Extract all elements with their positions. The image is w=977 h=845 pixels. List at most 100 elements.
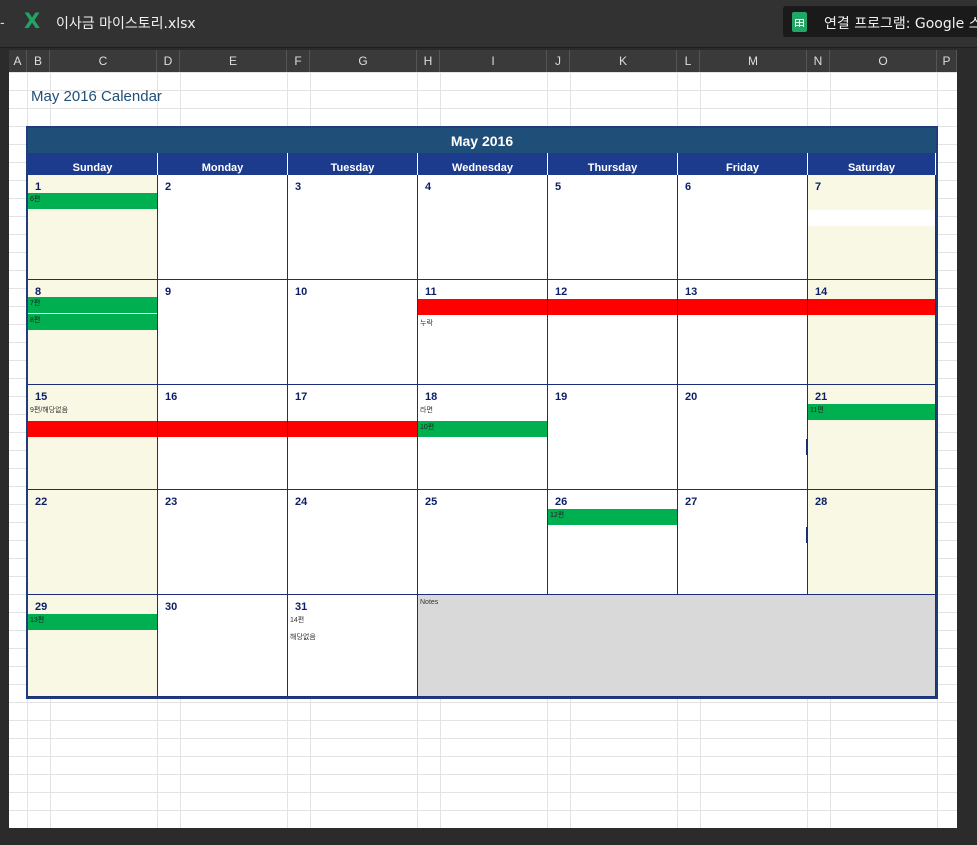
- column-header-e[interactable]: E: [180, 50, 287, 72]
- day-cell[interactable]: 31 14편 해당없음: [288, 595, 418, 697]
- event-bar[interactable]: 6편: [28, 193, 157, 209]
- column-header-o[interactable]: O: [830, 50, 937, 72]
- day-cell[interactable]: 4: [418, 175, 548, 280]
- column-header-j[interactable]: J: [547, 50, 570, 72]
- missing-event-bar[interactable]: [158, 421, 287, 437]
- column-header-g[interactable]: G: [310, 50, 417, 72]
- day-number: 4: [425, 181, 432, 193]
- day-number: 1: [35, 181, 42, 193]
- column-header-f[interactable]: F: [287, 50, 310, 72]
- day-cell[interactable]: 11 누락: [418, 280, 548, 385]
- event-label: 13편: [30, 617, 45, 624]
- day-cell[interactable]: 6: [678, 175, 808, 280]
- notes-label: Notes: [420, 599, 439, 606]
- column-header-c[interactable]: C: [50, 50, 157, 72]
- day-cell[interactable]: 16: [158, 385, 288, 490]
- missing-event-bar[interactable]: [288, 421, 417, 437]
- day-cell[interactable]: 25: [418, 490, 548, 595]
- missing-event-bar[interactable]: [418, 299, 547, 315]
- missing-event-bar[interactable]: [808, 299, 935, 315]
- notes-area[interactable]: Notes: [418, 595, 936, 697]
- open-with-google-sheets-button[interactable]: 연결 프로그램: Google 스프레드시트: [783, 6, 977, 37]
- weekday-tuesday: Tuesday: [288, 153, 418, 175]
- weekday-header-row: Sunday Monday Tuesday Wednesday Thursday Frid…: [28, 153, 936, 175]
- day-cell[interactable]: 23: [158, 490, 288, 595]
- weekday-sunday: Sunday: [28, 153, 158, 175]
- day-cell[interactable]: 27: [678, 490, 808, 595]
- event-bar[interactable]: 7편: [28, 297, 157, 313]
- event-label: 8편: [30, 317, 41, 324]
- day-number: 23: [165, 496, 178, 508]
- day-cell[interactable]: 5: [548, 175, 678, 280]
- event-bar[interactable]: 11편: [808, 404, 935, 420]
- day-number: 25: [425, 496, 438, 508]
- missing-event-bar[interactable]: [678, 299, 807, 315]
- day-cell[interactable]: 1 6편: [28, 175, 158, 280]
- day-number: 7: [815, 181, 822, 193]
- day-cell[interactable]: 13: [678, 280, 808, 385]
- event-bar[interactable]: 12편: [548, 509, 677, 525]
- day-cell[interactable]: 24: [288, 490, 418, 595]
- day-number: 11: [425, 286, 437, 298]
- event-note: 9편/해당없음: [30, 407, 69, 414]
- day-cell[interactable]: 2: [158, 175, 288, 280]
- open-with-label: 연결 프로그램: Google 스프레드시트: [824, 16, 977, 32]
- day-cell[interactable]: 30: [158, 595, 288, 697]
- column-header-m[interactable]: M: [700, 50, 807, 72]
- excel-file-icon: X: [24, 9, 41, 33]
- day-cell[interactable]: 8 7편 8편: [28, 280, 158, 385]
- event-bar[interactable]: 13편: [28, 614, 157, 630]
- event-bar[interactable]: 10편: [418, 421, 547, 437]
- day-number: 17: [295, 391, 308, 403]
- day-cell[interactable]: 29 13편: [28, 595, 158, 697]
- day-cell[interactable]: 17: [288, 385, 418, 490]
- column-header-a[interactable]: A: [9, 50, 27, 72]
- day-cell[interactable]: 9: [158, 280, 288, 385]
- event-note: 14편: [290, 617, 305, 624]
- column-header-l[interactable]: L: [677, 50, 700, 72]
- calendar: May 2016 Sunday Monday Tuesday Wednesday Thu…: [26, 126, 938, 699]
- day-number: 5: [555, 181, 562, 193]
- day-number: 2: [165, 181, 172, 193]
- day-cell[interactable]: 3: [288, 175, 418, 280]
- day-cell[interactable]: 28: [806, 490, 936, 595]
- day-cell[interactable]: 22: [28, 490, 158, 595]
- column-header-i[interactable]: I: [440, 50, 547, 72]
- day-number: 24: [295, 496, 308, 508]
- event-bar[interactable]: 8편: [28, 314, 157, 330]
- day-number: 10: [295, 286, 308, 298]
- column-header-n[interactable]: N: [807, 50, 830, 72]
- day-number: 20: [685, 391, 698, 403]
- day-number: 27: [685, 496, 698, 508]
- day-cell[interactable]: 21 11편: [806, 385, 936, 490]
- column-header-b[interactable]: B: [27, 50, 50, 72]
- column-header-k[interactable]: K: [570, 50, 677, 72]
- day-cell[interactable]: 14: [808, 280, 936, 385]
- event-label: 12편: [550, 512, 565, 519]
- column-header-h[interactable]: H: [417, 50, 440, 72]
- title-bar: - X 이사금 마이스토리.xlsx 연결 프로그램: Google 스프레드시…: [0, 0, 977, 48]
- day-cell[interactable]: 12: [548, 280, 678, 385]
- day-cell[interactable]: 19: [548, 385, 678, 490]
- day-cell[interactable]: 18 10편 라면: [418, 385, 548, 490]
- event-note: 누락: [420, 320, 433, 327]
- day-cell[interactable]: 26 12편: [548, 490, 678, 595]
- back-dash-icon[interactable]: -: [0, 14, 5, 30]
- day-number: 28: [815, 496, 828, 508]
- day-cell[interactable]: 15 9편/해당없음: [28, 385, 158, 490]
- event-label: 11편: [810, 407, 824, 414]
- missing-event-bar[interactable]: [28, 421, 157, 437]
- day-number: 13: [685, 286, 698, 298]
- weekday-saturday: Saturday: [808, 153, 936, 175]
- cell-border-mark: [806, 439, 808, 455]
- missing-event-bar[interactable]: [548, 299, 677, 315]
- day-number: 6: [685, 181, 692, 193]
- column-header-p[interactable]: P: [937, 50, 957, 72]
- event-note: 라면: [420, 407, 433, 414]
- day-number: 30: [165, 601, 178, 613]
- blank-event-bar[interactable]: [808, 210, 935, 226]
- day-cell[interactable]: 7: [808, 175, 936, 280]
- column-header-d[interactable]: D: [157, 50, 180, 72]
- day-cell[interactable]: 20: [678, 385, 808, 490]
- day-cell[interactable]: 10: [288, 280, 418, 385]
